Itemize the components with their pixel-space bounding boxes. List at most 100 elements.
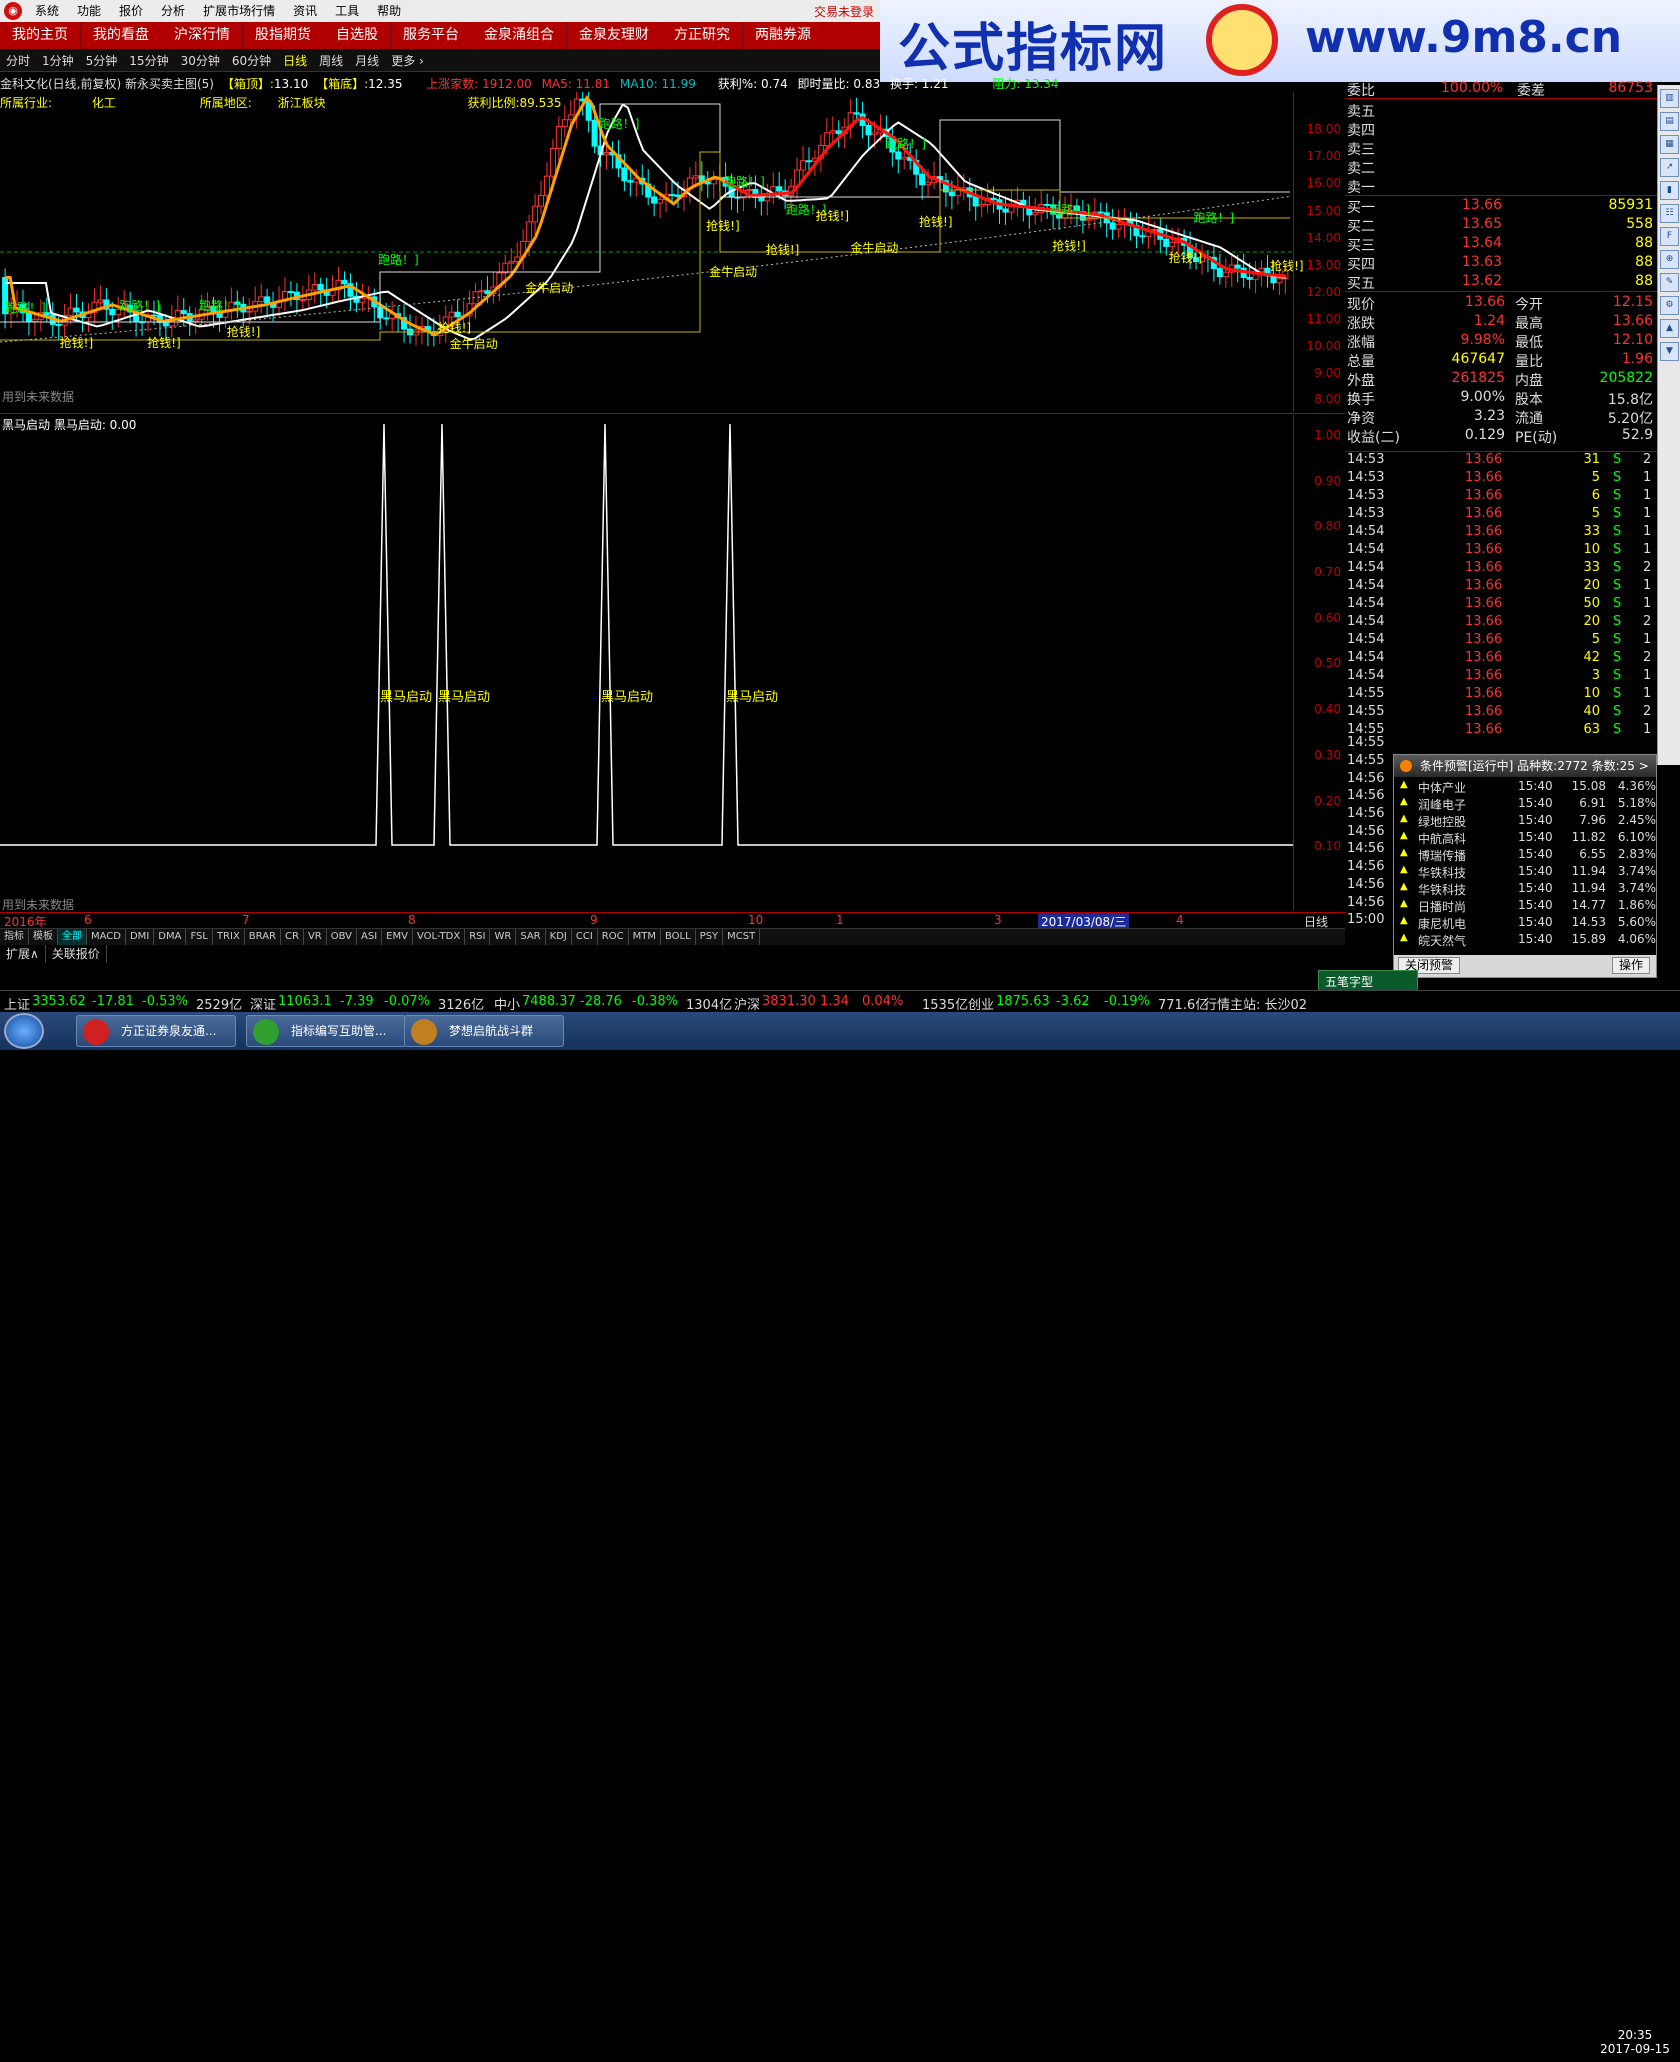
hs-label[interactable]: 沪深 xyxy=(734,994,760,1013)
period-tab[interactable]: 1分钟 xyxy=(36,52,80,69)
sh-label[interactable]: 上证 xyxy=(4,994,30,1013)
toolbar-down-icon[interactable]: ▼ xyxy=(1660,342,1679,361)
nav-favorites[interactable]: 自选股 xyxy=(324,22,391,49)
indicator-chart[interactable]: 黑马启动 黑马启动 黑马启动 黑马启动 xyxy=(0,415,1345,910)
menu-tools[interactable]: 工具 xyxy=(326,0,368,22)
sell-row[interactable]: 卖二 xyxy=(1345,158,1657,177)
menu-help[interactable]: 帮助 xyxy=(368,0,410,22)
candlestick-chart[interactable]: 跑路！] 跑路！] 跑路！]抢钱!] 抢钱!]抢钱!]跑路！]抢钱!]金牛启动金牛启动… xyxy=(0,92,1345,412)
ind-tab[interactable]: RSI xyxy=(465,929,491,945)
cy-label[interactable]: 创业 xyxy=(968,994,994,1013)
sell-row[interactable]: 卖四 xyxy=(1345,120,1657,139)
menu-analysis[interactable]: 分析 xyxy=(152,0,194,22)
expand-button[interactable]: 扩展∧ xyxy=(0,945,46,963)
sell-row[interactable]: 卖三 xyxy=(1345,139,1657,158)
nav-home[interactable]: 我的主页 xyxy=(0,22,81,49)
alert-row[interactable]: ▲ 皖天然气 15:40 15.89 4.06% xyxy=(1394,932,1658,949)
toolbar-bar-icon[interactable]: ▮ xyxy=(1660,181,1679,200)
alert-row[interactable]: ▲ 华铁科技 15:40 11.94 3.74% xyxy=(1394,864,1658,881)
ind-tab[interactable]: FSL xyxy=(186,929,213,945)
nav-research[interactable]: 方正研究 xyxy=(662,22,743,49)
menu-function[interactable]: 功能 xyxy=(68,0,110,22)
period-tab[interactable]: 30分钟 xyxy=(175,52,226,69)
period-tab[interactable]: 分时 xyxy=(0,52,36,69)
alert-row[interactable]: ▲ 中航高科 15:40 11.82 6.10% xyxy=(1394,830,1658,847)
alert-row[interactable]: ▲ 日播时尚 15:40 14.77 1.86% xyxy=(1394,898,1658,915)
toolbar-table-icon[interactable]: ☷ xyxy=(1660,204,1679,223)
ind-tab[interactable]: DMI xyxy=(126,929,155,945)
buy-row[interactable]: 买四 13.63 88 xyxy=(1345,254,1657,273)
nav-margin[interactable]: 两融券源 xyxy=(743,22,824,49)
toolbar-settings-icon[interactable]: ⚙ xyxy=(1660,296,1679,315)
nav-futures[interactable]: 股指期货 xyxy=(243,22,324,49)
period-tab[interactable]: 60分钟 xyxy=(226,52,277,69)
ind-tab[interactable]: KDJ xyxy=(546,929,572,945)
toolbar-f10-icon[interactable]: F xyxy=(1660,227,1679,246)
toolbar-pen-icon[interactable]: ✎ xyxy=(1660,273,1679,292)
clock[interactable]: 20:35 2017-09-15 xyxy=(1590,2024,1680,2062)
alert-row[interactable]: ▲ 康尼机电 15:40 14.53 5.60% xyxy=(1394,915,1658,932)
ind-tab[interactable]: ROC xyxy=(598,929,629,945)
ind-tab[interactable]: EMV xyxy=(382,929,413,945)
ind-tab[interactable]: VOL-TDX xyxy=(413,929,466,945)
taskbar-app-2[interactable]: 指标编写互助管... xyxy=(246,1015,406,1047)
ind-tab[interactable]: CCI xyxy=(572,929,598,945)
menu-system[interactable]: 系统 xyxy=(26,0,68,22)
menu-ext-market[interactable]: 扩展市场行情 xyxy=(194,0,284,22)
nav-watch[interactable]: 我的看盘 xyxy=(81,22,162,49)
sell-row[interactable]: 卖一 xyxy=(1345,177,1657,196)
ind-tab[interactable]: SAR xyxy=(516,929,546,945)
related-quote-button[interactable]: 关联报价 xyxy=(46,945,107,963)
buy-row[interactable]: 买一 13.66 85931 xyxy=(1345,197,1657,216)
ind-tab[interactable]: MTM xyxy=(629,929,661,945)
system-tray[interactable] xyxy=(1380,2024,1590,2062)
alert-row[interactable]: ▲ 博瑞传播 15:40 6.55 2.83% xyxy=(1394,847,1658,864)
toolbar-chart-icon[interactable]: ▥ xyxy=(1660,89,1679,108)
toolbar-trend-icon[interactable]: ↗ xyxy=(1660,158,1679,177)
ind-tab[interactable]: PSY xyxy=(696,929,724,945)
toolbar-grid-icon[interactable]: ▦ xyxy=(1660,135,1679,154)
buy-row[interactable]: 买三 13.64 88 xyxy=(1345,235,1657,254)
start-button-icon[interactable] xyxy=(4,1013,44,1049)
ind-tab[interactable]: OBV xyxy=(327,929,357,945)
alert-row[interactable]: ▲ 绿地控股 15:40 7.96 2.45% xyxy=(1394,813,1658,830)
alert-row[interactable]: ▲ 中体产业 15:40 15.08 4.36% xyxy=(1394,779,1658,796)
period-tab[interactable]: 月线 xyxy=(349,52,385,69)
ind-tab[interactable]: DMA xyxy=(154,929,187,945)
ind-tab[interactable]: CR xyxy=(281,929,304,945)
ind-tab[interactable]: TRIX xyxy=(213,929,245,945)
login-status[interactable]: 交易未登录 xyxy=(814,3,880,20)
ind-tab[interactable]: MCST xyxy=(723,929,761,945)
toolbar-zoom-icon[interactable]: ⊕ xyxy=(1660,250,1679,269)
operate-button[interactable]: 操作 xyxy=(1611,957,1650,974)
tick-list[interactable]: 14:53 13.66 31 S 2 14:53 13.66 5 S 1 14:53 13.66 6 S 1… xyxy=(1345,452,1657,927)
ind-tab[interactable]: BRAR xyxy=(245,929,281,945)
alert-row[interactable]: ▲ 润峰电子 15:40 6.91 5.18% xyxy=(1394,796,1658,813)
ind-tab-all[interactable]: 全部 xyxy=(58,929,87,945)
condition-alert-window[interactable]: 条件预警[运行中] 品种数:2772 条数:25 > ▲ 中体产业 15:40 15.… xyxy=(1393,754,1657,978)
period-tab[interactable]: 15分钟 xyxy=(123,52,174,69)
station-label[interactable]: 行情主站: 长沙02 xyxy=(1204,994,1307,1013)
buy-row[interactable]: 买五 13.62 88 xyxy=(1345,273,1657,292)
period-tab[interactable]: 5分钟 xyxy=(80,52,124,69)
ind-tab[interactable]: 模板 xyxy=(29,929,58,945)
taskbar-app-3[interactable]: 梦想启航战斗群 xyxy=(404,1015,564,1047)
sell-row[interactable]: 卖五 xyxy=(1345,101,1657,120)
menu-info[interactable]: 资讯 xyxy=(284,0,326,22)
menu-quote[interactable]: 报价 xyxy=(110,0,152,22)
ind-tab[interactable]: ASI xyxy=(357,929,383,945)
alert-header[interactable]: 条件预警[运行中] 品种数:2772 条数:25 > xyxy=(1394,755,1656,777)
ind-tab[interactable]: WR xyxy=(490,929,517,945)
toolbar-up-icon[interactable]: ▲ xyxy=(1660,319,1679,338)
nav-portfolio[interactable]: 金泉涌组合 xyxy=(472,22,567,49)
nav-finance[interactable]: 金泉友理财 xyxy=(567,22,662,49)
ind-tab[interactable]: VR xyxy=(304,929,327,945)
toolbar-kline-icon[interactable]: ▤ xyxy=(1660,112,1679,131)
ind-tab[interactable]: 指标 xyxy=(0,929,29,945)
zx-label[interactable]: 中小 xyxy=(494,994,520,1013)
sz-label[interactable]: 深证 xyxy=(250,994,276,1013)
period-tab[interactable]: 周线 xyxy=(313,52,349,69)
alert-row[interactable]: ▲ 华铁科技 15:40 11.94 3.74% xyxy=(1394,881,1658,898)
taskbar-app-1[interactable]: 方正证券泉友通... xyxy=(76,1015,236,1047)
period-tab-daily[interactable]: 日线 xyxy=(277,52,313,69)
